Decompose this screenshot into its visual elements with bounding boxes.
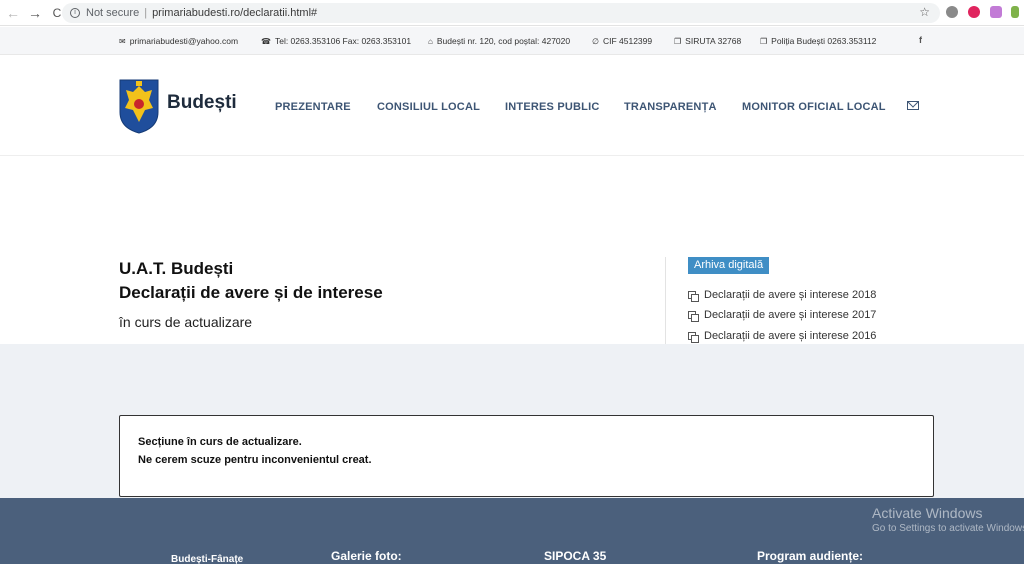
copy-icon: ❐	[760, 36, 768, 46]
archive-link-label: Declarații de avere și interese 2018	[704, 289, 877, 301]
archive-link-label: Declarații de avere și interese 2016	[704, 330, 877, 342]
url-text[interactable]: primariabudesti.ro/declaratii.html#	[152, 7, 317, 19]
phone-text: Tel: 0263.353106 Fax: 0263.353101	[274, 36, 412, 46]
address-text: Budești nr. 120, cod poștal: 427020	[436, 36, 571, 46]
notice-section: Secțiune în curs de actualizare. Ne cere…	[0, 344, 1024, 498]
site-footer: Budești-Fânațe Galerie foto: SIPOCA 35 P…	[0, 498, 1024, 565]
archive-link-2017[interactable]: Declarații de avere și interese 2017	[688, 309, 877, 322]
info-icon[interactable]: i	[70, 8, 80, 18]
footer-col-budesti-fanate: Budești-Fânațe	[171, 554, 244, 565]
site-logo-text[interactable]: Budești	[167, 92, 237, 114]
police-text: Poliția Budești 0263.353112	[771, 36, 877, 46]
address-separator: |	[144, 7, 148, 19]
envelope-icon: ✉	[119, 36, 126, 46]
home-icon: ⌂	[428, 36, 433, 46]
bookmark-star-icon[interactable]: ☆	[919, 5, 930, 19]
page-title-line1: U.A.T. Budești	[119, 259, 234, 278]
archive-link-label: Declarații de avere și interese 2017	[704, 309, 877, 321]
mail-icon[interactable]	[907, 101, 919, 110]
copy-icon: ❐	[674, 36, 682, 46]
archive-link-2018[interactable]: Declarații de avere și interese 2018	[688, 289, 877, 302]
site-header: Budești PREZENTARE CONSILIUL LOCAL INTER…	[0, 56, 1024, 156]
coat-of-arms-icon[interactable]	[119, 78, 159, 134]
page-subtitle: în curs de actualizare	[119, 314, 253, 330]
page-title-line2: Declarații de avere și de interese	[119, 283, 383, 302]
phone-icon: ☎	[261, 36, 271, 46]
browser-toolbar: ← → C i Not secure | primariabudesti.ro/…	[0, 0, 1024, 26]
nav-consiliul-local[interactable]: CONSILIUL LOCAL	[377, 101, 480, 113]
documents-icon	[688, 290, 699, 302]
security-label: Not secure	[86, 7, 140, 19]
nav-interes-public[interactable]: INTERES PUBLIC	[505, 101, 599, 113]
archive-link-2016[interactable]: Declarații de avere și interese 2016	[688, 330, 877, 343]
documents-icon	[688, 310, 699, 322]
watermark-title: Activate Windows	[872, 505, 983, 521]
contact-email[interactable]: ✉ primariabudesti@yahoo.com	[119, 36, 238, 46]
footer-col-galerie-foto: Galerie foto:	[331, 549, 402, 563]
windows-activation-watermark: Activate Windows Go to Settings to activ…	[872, 505, 1024, 534]
email-text: primariabudesti@yahoo.com	[129, 36, 239, 46]
siruta-text: SIRUTA 32768	[685, 36, 742, 46]
address-bar[interactable]: i Not secure | primariabudesti.ro/declar…	[62, 3, 940, 23]
notice-line-1: Secțiune în curs de actualizare.	[138, 436, 302, 448]
contact-phone: ☎ Tel: 0263.353106 Fax: 0263.353101	[261, 36, 411, 46]
contact-address: ⌂ Budești nr. 120, cod poștal: 427020	[428, 36, 570, 46]
watermark-subtitle: Go to Settings to activate Windows.	[872, 523, 1024, 534]
extension-icon[interactable]	[1011, 6, 1019, 18]
facebook-icon[interactable]: f	[919, 35, 922, 45]
back-arrow-icon[interactable]: ←	[2, 5, 24, 21]
nav-prezentare[interactable]: PREZENTARE	[275, 101, 351, 113]
contact-siruta: ❐ SIRUTA 32768	[674, 36, 741, 46]
footer-col-sipoca: SIPOCA 35	[544, 549, 607, 563]
contact-cif: ∅ CIF 4512399	[592, 36, 652, 46]
nav-monitor-oficial-local[interactable]: MONITOR OFICIAL LOCAL	[742, 101, 886, 113]
notice-line-2: Ne cerem scuze pentru inconvenientul cre…	[138, 454, 372, 466]
archive-badge: Arhiva digitală	[688, 257, 770, 274]
pinterest-icon[interactable]	[968, 6, 980, 18]
documents-icon	[688, 331, 699, 343]
paperclip-icon: ∅	[592, 36, 599, 46]
main-content: U.A.T. Budești Declarații de avere și de…	[0, 157, 1024, 345]
cif-text: CIF 4512399	[602, 36, 653, 46]
extension-icon[interactable]	[990, 6, 1002, 18]
extension-icon[interactable]	[946, 6, 958, 18]
nav-transparenta[interactable]: TRANSPARENȚA	[624, 101, 717, 113]
footer-col-program-audiente: Program audiențe:	[757, 549, 864, 563]
contact-bar: ✉ primariabudesti@yahoo.com ☎ Tel: 0263.…	[0, 27, 1024, 55]
vertical-divider	[665, 257, 666, 345]
notice-box: Secțiune în curs de actualizare. Ne cere…	[119, 415, 934, 497]
contact-police: ❐ Poliția Budești 0263.353112	[760, 36, 876, 46]
forward-arrow-icon[interactable]: →	[24, 5, 46, 21]
